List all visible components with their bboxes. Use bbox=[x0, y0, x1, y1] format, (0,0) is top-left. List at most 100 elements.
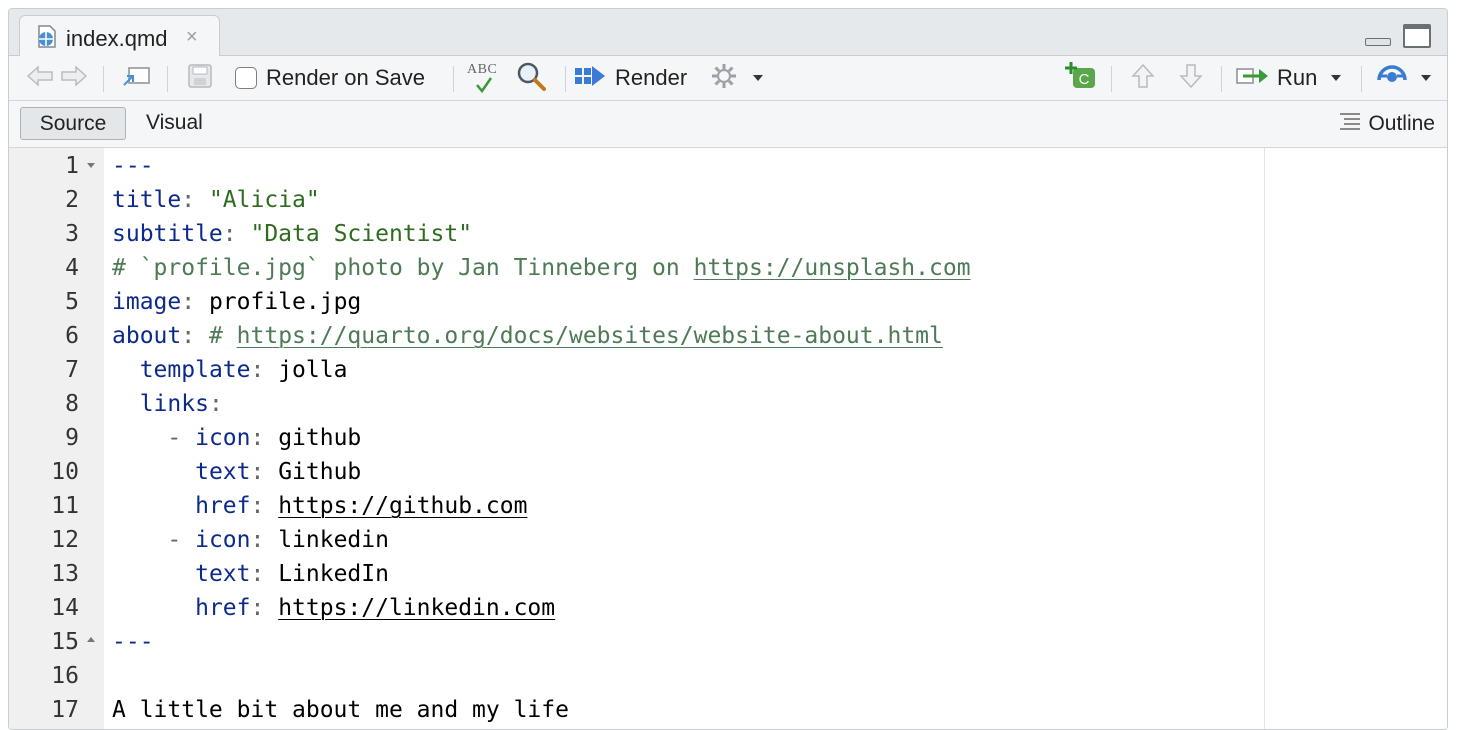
code-line-7: template: jolla bbox=[139, 357, 348, 383]
back-button[interactable] bbox=[25, 56, 55, 100]
mode-bar: Source Visual Outline bbox=[9, 101, 1447, 148]
yaml-value: "Data Scientist" bbox=[250, 221, 473, 247]
render-on-save-toggle[interactable]: Render on Save bbox=[235, 56, 425, 100]
yaml-key: text bbox=[195, 459, 251, 485]
outline-button[interactable]: Outline bbox=[1338, 107, 1435, 140]
go-to-previous-chunk-button[interactable] bbox=[1129, 56, 1157, 100]
chevron-down-icon bbox=[753, 75, 763, 81]
code-line-17: A little bit about me and my life bbox=[112, 697, 569, 723]
minimize-icon[interactable] bbox=[1365, 38, 1391, 46]
line-number: 12 bbox=[51, 527, 79, 553]
forward-arrow-icon bbox=[59, 64, 89, 93]
publish-button[interactable] bbox=[1375, 56, 1431, 100]
tab-index-qmd[interactable]: index.qmd × bbox=[19, 15, 220, 56]
show-in-window-button[interactable] bbox=[121, 56, 153, 100]
insert-chunk-button[interactable]: C bbox=[1063, 56, 1099, 100]
chevron-down-icon[interactable] bbox=[1331, 75, 1342, 81]
comment-link[interactable]: https://quarto.org/docs/websites/website… bbox=[237, 323, 943, 349]
line-number: 4 bbox=[65, 255, 79, 281]
tab-strip: index.qmd × bbox=[9, 9, 1447, 56]
yaml-key: about bbox=[112, 323, 182, 349]
visual-mode-button[interactable]: Visual bbox=[146, 107, 203, 140]
line-number: 10 bbox=[51, 459, 79, 485]
yaml-value: jolla bbox=[278, 357, 348, 383]
yaml-key: image bbox=[112, 289, 182, 315]
comment-link[interactable]: https://unsplash.com bbox=[694, 255, 971, 281]
insert-chunk-icon: C bbox=[1063, 60, 1099, 97]
search-icon bbox=[515, 60, 547, 97]
editor-pane: index.qmd × Render on Save ABC Render C … bbox=[8, 8, 1448, 730]
render-label: Render bbox=[615, 65, 688, 90]
yaml-link-value[interactable]: https://linkedin.com bbox=[278, 595, 555, 621]
chevron-down-icon bbox=[1421, 75, 1431, 81]
document-icon bbox=[34, 24, 58, 48]
maximize-icon[interactable] bbox=[1403, 24, 1431, 48]
outline-icon bbox=[1338, 110, 1362, 138]
unfold-toggle-icon[interactable] bbox=[87, 637, 95, 642]
line-number: 9 bbox=[65, 425, 79, 451]
yaml-link-value[interactable]: https://github.com bbox=[278, 493, 527, 519]
yaml-value: linkedin bbox=[278, 527, 389, 553]
code-line-6: about: # https://quarto.org/docs/website… bbox=[112, 323, 943, 349]
yaml-key: template bbox=[139, 357, 251, 383]
run-button[interactable]: Run bbox=[1235, 56, 1342, 100]
show-in-window-icon bbox=[121, 63, 153, 94]
yaml-comment: # bbox=[208, 323, 237, 349]
save-button[interactable] bbox=[187, 56, 213, 100]
render-on-save-checkbox[interactable] bbox=[235, 67, 257, 89]
yaml-key: href bbox=[195, 493, 251, 519]
yaml-value: "Alicia" bbox=[208, 187, 320, 213]
render-button[interactable]: Render bbox=[573, 56, 687, 100]
svg-text:C: C bbox=[1079, 71, 1090, 88]
run-icon bbox=[1235, 65, 1271, 92]
line-number: 7 bbox=[65, 357, 79, 383]
code-line-2: title: "Alicia" bbox=[112, 187, 320, 213]
code-line-14: href: https://linkedin.com bbox=[195, 595, 556, 621]
code-line-15: --- bbox=[112, 629, 154, 655]
render-icon bbox=[573, 64, 607, 93]
fold-toggle-icon[interactable] bbox=[87, 163, 95, 168]
yaml-value: github bbox=[278, 425, 362, 451]
outline-label: Outline bbox=[1368, 111, 1435, 135]
line-number: 15 bbox=[51, 629, 79, 655]
up-arrow-icon bbox=[1129, 62, 1157, 95]
line-number: 3 bbox=[65, 221, 79, 247]
yaml-comment: # `profile.jpg` photo by Jan Tinneberg o… bbox=[112, 255, 694, 281]
code-line-8: links: bbox=[139, 391, 223, 417]
line-number: 13 bbox=[51, 561, 79, 587]
down-arrow-icon bbox=[1177, 62, 1205, 95]
line-number: 17 bbox=[51, 697, 79, 723]
code-editor[interactable]: 1 2 3 4 5 6 7 8 9 10 11 12 13 14 15 16 1… bbox=[9, 148, 1447, 729]
code-line-1: --- bbox=[112, 153, 154, 179]
yaml-key: links bbox=[139, 391, 209, 417]
line-number: 5 bbox=[65, 289, 79, 315]
render-on-save-label: Render on Save bbox=[266, 65, 425, 90]
forward-button[interactable] bbox=[59, 56, 89, 100]
spellcheck-button[interactable]: ABC bbox=[465, 56, 501, 100]
code-line-5: image: profile.jpg bbox=[112, 289, 362, 315]
render-options-button[interactable] bbox=[709, 56, 763, 100]
spellcheck-icon: ABC bbox=[465, 60, 501, 96]
line-number: 6 bbox=[65, 323, 79, 349]
run-label: Run bbox=[1277, 65, 1318, 90]
back-arrow-icon bbox=[25, 64, 55, 93]
close-icon[interactable]: × bbox=[186, 26, 198, 48]
gear-icon bbox=[709, 61, 739, 96]
line-number-gutter: 1 2 3 4 5 6 7 8 9 10 11 12 13 14 15 16 1… bbox=[9, 148, 104, 729]
line-number: 1 bbox=[65, 153, 79, 179]
line-number: 8 bbox=[65, 391, 79, 417]
source-mode-button[interactable]: Source bbox=[20, 107, 126, 140]
yaml-value: LinkedIn bbox=[278, 561, 389, 587]
tab-title: index.qmd bbox=[66, 26, 168, 51]
editor-toolbar: Render on Save ABC Render C Run bbox=[9, 56, 1447, 101]
print-margin bbox=[1264, 148, 1265, 729]
line-number: 16 bbox=[51, 663, 79, 689]
yaml-value: Github bbox=[278, 459, 362, 485]
go-to-next-chunk-button[interactable] bbox=[1177, 56, 1205, 100]
yaml-key: subtitle bbox=[112, 221, 223, 247]
line-number: 11 bbox=[51, 493, 79, 519]
save-icon bbox=[187, 63, 213, 94]
find-replace-button[interactable] bbox=[515, 56, 547, 100]
yaml-key: href bbox=[195, 595, 251, 621]
code-line-11: href: https://github.com bbox=[195, 493, 528, 519]
